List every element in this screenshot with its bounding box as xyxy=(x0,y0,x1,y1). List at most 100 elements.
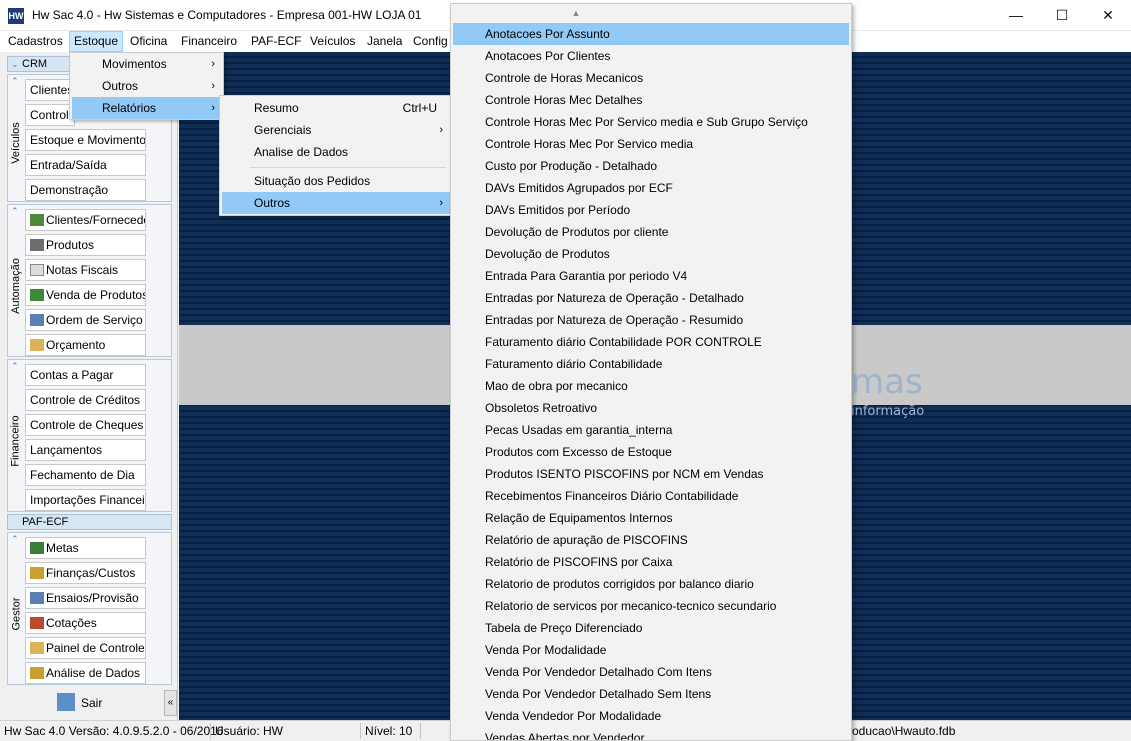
menu-item-relatorios[interactable]: Relatórios › xyxy=(72,97,223,119)
nav-ensaios-provisao[interactable]: Ensaios/Provisão xyxy=(25,587,146,609)
minimize-button[interactable]: — xyxy=(993,0,1039,31)
chevron-right-icon: › xyxy=(211,80,215,92)
nav-estoque-movimento[interactable]: Estoque e Movimento xyxy=(25,129,146,151)
report-menu-item[interactable]: Venda Vendedor Por Modalidade xyxy=(453,705,849,727)
nav-controle-creditos[interactable]: Controle de Créditos xyxy=(25,389,146,411)
report-menu-item[interactable]: DAVs Emitidos por Período xyxy=(453,199,849,221)
sair-button[interactable]: Sair xyxy=(57,690,127,716)
menu-item-analise-dados[interactable]: Analise de Dados xyxy=(222,141,451,163)
status-version: Hw Sac 4.0 Versão: 4.0.9.5.2.0 - 06/2016 xyxy=(4,724,224,738)
menu-item-situacao-pedidos[interactable]: Situação dos Pedidos xyxy=(222,170,451,192)
target-icon xyxy=(30,542,44,554)
report-menu-item[interactable]: Relatorio de produtos corrigidos por bal… xyxy=(453,573,849,595)
logo-text: mas xyxy=(851,362,923,402)
report-menu-item[interactable]: Entradas por Natureza de Operação - Deta… xyxy=(453,287,849,309)
nav-notas-fiscais[interactable]: Notas Fiscais xyxy=(25,259,146,281)
nav-clientes-fornecedor[interactable]: Clientes/Fornecedor xyxy=(25,209,146,231)
report-menu-item[interactable]: Anotacoes Por Clientes xyxy=(453,45,849,67)
report-menu-item[interactable]: Produtos com Excesso de Estoque xyxy=(453,441,849,463)
relatorios-menu: Resumo Ctrl+U Gerenciais › Analise de Dado… xyxy=(219,95,452,216)
report-menu-item[interactable]: Controle Horas Mec Por Servico media e S… xyxy=(453,111,849,133)
nav-painel-controle[interactable]: Painel de Controle xyxy=(25,637,146,659)
nav-metas[interactable]: Metas xyxy=(25,537,146,559)
group-gestor-label: Gestor xyxy=(10,596,23,631)
menu-config[interactable]: Config xyxy=(409,31,452,52)
chevron-right-icon: › xyxy=(439,197,443,209)
menu-item-outros[interactable]: Outros › xyxy=(72,75,223,97)
report-menu-item[interactable]: Entradas por Natureza de Operação - Resu… xyxy=(453,309,849,331)
people-icon xyxy=(30,214,44,226)
nav-financas-custos[interactable]: Finanças/Custos xyxy=(25,562,146,584)
nav-entrada-saida[interactable]: Entrada/Saída xyxy=(25,154,146,176)
collapse-sidebar-button[interactable]: « xyxy=(164,690,177,716)
report-menu-item[interactable]: Recebimentos Financeiros Diário Contabil… xyxy=(453,485,849,507)
menu-cadastros[interactable]: Cadastros xyxy=(4,31,67,52)
document-icon xyxy=(30,264,44,276)
report-menu-item[interactable]: Relação de Equipamentos Internos xyxy=(453,507,849,529)
report-menu-item[interactable]: Faturamento diário Contabilidade POR CON… xyxy=(453,331,849,353)
menu-financeiro[interactable]: Financeiro xyxy=(177,31,241,52)
report-menu-item[interactable]: Venda Por Modalidade xyxy=(453,639,849,661)
menu-item-movimentos[interactable]: Movimentos › xyxy=(72,53,223,75)
report-menu-item[interactable]: Devolução de Produtos xyxy=(453,243,849,265)
nav-contas-pagar[interactable]: Contas a Pagar xyxy=(25,364,146,386)
menu-separator xyxy=(250,167,446,168)
menu-item-relatorios-outros[interactable]: Outros › xyxy=(222,192,451,214)
report-menu-item[interactable]: Relatório de apuração de PISCOFINS xyxy=(453,529,849,551)
menu-item-resumo[interactable]: Resumo Ctrl+U xyxy=(222,97,451,119)
menu-item-gerenciais[interactable]: Gerenciais › xyxy=(222,119,451,141)
nav-ordem-servico[interactable]: Ordem de Serviço xyxy=(25,309,146,331)
estoque-menu: Movimentos › Outros › Relatórios › xyxy=(69,52,224,120)
report-menu-item[interactable]: Faturamento diário Contabilidade xyxy=(453,353,849,375)
paf-ecf-header[interactable]: PAF-ECF xyxy=(7,514,172,530)
nav-clientes[interactable]: Clientes/ xyxy=(25,79,75,101)
menu-estoque[interactable]: Estoque xyxy=(69,31,124,52)
chevron-down-icon: ⌄ xyxy=(11,59,19,69)
status-user: Usuário: HW xyxy=(215,724,284,738)
report-menu-item[interactable]: Venda Por Vendedor Detalhado Sem Itens xyxy=(453,683,849,705)
close-button[interactable]: ✕ xyxy=(1085,0,1131,31)
report-menu-item[interactable]: Pecas Usadas em garantia_interna xyxy=(453,419,849,441)
nav-orcamento[interactable]: Orçamento xyxy=(25,334,146,356)
nav-importacoes-financeiro[interactable]: Importações Financeiro xyxy=(25,489,146,511)
report-menu-item[interactable]: Obsoletos Retroativo xyxy=(453,397,849,419)
report-menu-item[interactable]: Controle de Horas Mecanicos xyxy=(453,67,849,89)
report-menu-item[interactable]: Controle Horas Mec Detalhes xyxy=(453,89,849,111)
report-menu-item[interactable]: Relatório de PISCOFINS por Caixa xyxy=(453,551,849,573)
paf-ecf-header-label: PAF-ECF xyxy=(22,516,69,528)
sales-icon xyxy=(30,289,44,301)
report-menu-item[interactable]: Entrada Para Garantia por periodo V4 xyxy=(453,265,849,287)
group-automacao-label: Automação xyxy=(10,257,22,314)
report-menu-item[interactable]: Custo por Produção - Detalhado xyxy=(453,155,849,177)
menu-janela[interactable]: Janela xyxy=(363,31,406,52)
nav-controle[interactable]: Controle xyxy=(25,104,75,126)
report-menu-item[interactable]: Vendas Abertas por Vendedor xyxy=(453,727,849,740)
group-gestor: ⌃ Gestor Metas Finanças/Custos Ensaios/P… xyxy=(7,532,172,685)
report-menu-item[interactable]: Mao de obra por mecanico xyxy=(453,375,849,397)
nav-controle-cheques[interactable]: Controle de Cheques xyxy=(25,414,146,436)
maximize-button[interactable]: ☐ xyxy=(1039,0,1085,31)
report-menu-item[interactable]: Controle Horas Mec Por Servico media xyxy=(453,133,849,155)
report-menu-item[interactable]: Devolução de Produtos por cliente xyxy=(453,221,849,243)
report-menu-item[interactable]: DAVs Emitidos Agrupados por ECF xyxy=(453,177,849,199)
window-title: Hw Sac 4.0 - Hw Sistemas e Computadores … xyxy=(32,8,422,22)
menu-oficina[interactable]: Oficina xyxy=(126,31,171,52)
report-menu-item[interactable]: Produtos ISENTO PISCOFINS por NCM em Ven… xyxy=(453,463,849,485)
nav-cotacoes[interactable]: Cotações xyxy=(25,612,146,634)
status-separator xyxy=(360,723,361,739)
report-menu-item[interactable]: Venda Por Vendedor Detalhado Com Itens xyxy=(453,661,849,683)
report-menu-item[interactable]: Anotacoes Por Assunto xyxy=(453,23,849,45)
nav-produtos[interactable]: Produtos xyxy=(25,234,146,256)
nav-demonstracao[interactable]: Demonstração xyxy=(25,179,146,201)
nav-fechamento-dia[interactable]: Fechamento de Dia xyxy=(25,464,146,486)
nav-venda-produtos[interactable]: Venda de Produtos xyxy=(25,284,146,306)
scroll-up-arrow-icon[interactable]: ▲ xyxy=(451,4,851,22)
crm-header-label: CRM xyxy=(22,58,48,70)
nav-analise-dados[interactable]: Análise de Dados xyxy=(25,662,146,684)
menu-paf-ecf[interactable]: PAF-ECF xyxy=(247,31,305,52)
report-menu-item[interactable]: Relatorio de servicos por mecanico-tecni… xyxy=(453,595,849,617)
report-menu-item[interactable]: Tabela de Preço Diferenciado xyxy=(453,617,849,639)
app-icon: HW xyxy=(8,8,24,24)
menu-veiculos[interactable]: Veículos xyxy=(306,31,359,52)
nav-lancamentos[interactable]: Lançamentos xyxy=(25,439,146,461)
